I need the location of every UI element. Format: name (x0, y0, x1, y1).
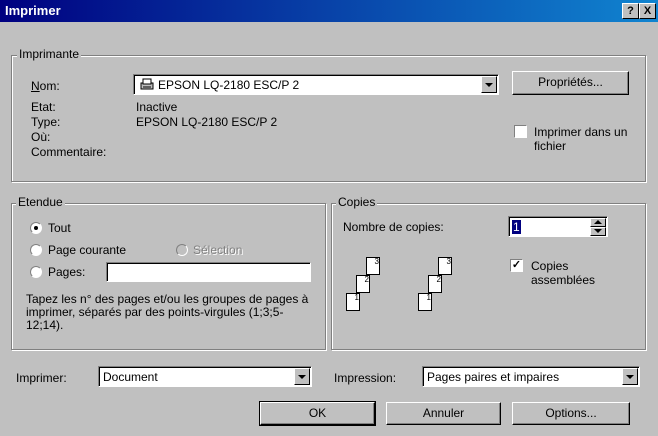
print-what-value: Document (103, 370, 158, 384)
printer-name-label: Nom: (31, 79, 60, 93)
print-range-value: Pages paires et impaires (427, 370, 560, 384)
print-what-dropdown-arrow-icon[interactable] (294, 368, 310, 385)
status-label: Etat: (31, 100, 56, 114)
range-help-text: Tapez les n° des pages et/ou les groupes… (26, 292, 309, 332)
window-title: Imprimer (5, 3, 61, 18)
type-label: Type: (31, 115, 61, 129)
where-label: Où: (31, 130, 51, 144)
help-button[interactable]: ? (622, 3, 639, 19)
cancel-button[interactable]: Annuler (386, 402, 501, 425)
range-pages-radio[interactable] (30, 266, 42, 278)
copies-count-spinner[interactable]: 1 (508, 216, 608, 237)
close-button[interactable]: X (639, 3, 656, 19)
range-all-radio[interactable] (30, 222, 42, 234)
page-1: 1 (418, 293, 432, 311)
collate-checkbox[interactable]: ✓ (510, 259, 523, 272)
print-range-dropdown-arrow-icon[interactable] (622, 368, 638, 385)
range-selection-label: Sélection (193, 243, 243, 257)
print-range-label: Impression: (334, 371, 397, 385)
spin-down-icon[interactable] (590, 227, 606, 236)
type-value: EPSON LQ-2180 ESC/P 2 (136, 115, 278, 129)
printer-group-label: Imprimante (17, 47, 82, 61)
properties-button[interactable]: Propriétés... (512, 71, 629, 95)
collate-illustration-1: 3 2 1 (346, 255, 396, 325)
status-value: Inactive (136, 100, 178, 114)
spin-up-icon[interactable] (590, 218, 606, 227)
print-to-file-label: Imprimer dans un fichier (534, 125, 628, 153)
collate-label: Copies assemblées (531, 259, 596, 287)
options-button[interactable]: Options... (512, 402, 630, 425)
range-current-radio[interactable] (30, 244, 42, 256)
copies-group-label: Copies (336, 195, 378, 209)
range-pages-label: Pages: (48, 265, 86, 279)
range-selection-radio (176, 244, 188, 256)
printer-name-value: EPSON LQ-2180 ESC/P 2 (158, 78, 300, 92)
print-to-file-checkbox[interactable] (514, 125, 527, 138)
page-3: 3 (366, 257, 380, 275)
comment-label: Commentaire: (31, 145, 107, 159)
range-group-label: Etendue (16, 195, 65, 209)
ok-button[interactable]: OK (259, 401, 376, 426)
printer-dropdown-arrow-icon[interactable] (481, 76, 497, 93)
range-current-label: Page courante (48, 243, 127, 257)
pages-input[interactable] (106, 262, 311, 282)
page-3: 3 (438, 257, 452, 275)
print-range-select[interactable]: Pages paires et impaires (422, 366, 640, 387)
page-1: 1 (346, 293, 360, 311)
page-2: 2 (428, 275, 442, 293)
copies-count-label: Nombre de copies: (343, 220, 444, 234)
range-all-label: Tout (48, 221, 71, 235)
print-what-label: Imprimer: (16, 371, 67, 385)
title-bar: Imprimer ? X (0, 0, 658, 22)
print-what-select[interactable]: Document (98, 366, 312, 387)
copies-count-value: 1 (512, 220, 521, 234)
printer-icon (139, 78, 155, 90)
printer-name-select[interactable]: EPSON LQ-2180 ESC/P 2 (133, 74, 499, 95)
page-2: 2 (356, 275, 370, 293)
collate-illustration-2: 3 2 1 (418, 255, 468, 325)
